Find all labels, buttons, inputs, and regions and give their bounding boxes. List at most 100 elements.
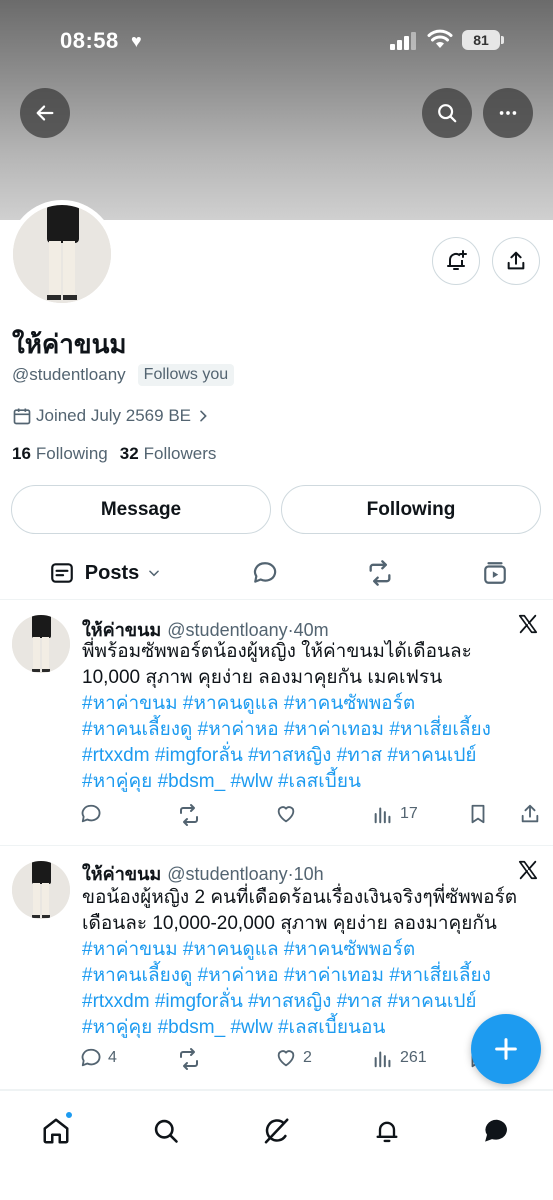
like-button[interactable]: 2: [275, 1047, 312, 1069]
like-button[interactable]: [275, 803, 303, 825]
add-notification-icon: [447, 250, 467, 270]
search-icon: [438, 104, 457, 123]
tab-media[interactable]: [470, 546, 520, 600]
share-tweet-button[interactable]: [519, 803, 541, 825]
followers-count: 32: [119, 444, 139, 463]
joined-label: Joined July 2569 BE: [36, 406, 191, 425]
tweet-avatar[interactable]: [12, 861, 70, 919]
chevron-right-icon: [200, 410, 207, 422]
x-logo-icon: [518, 614, 538, 634]
bookmark-button[interactable]: [467, 803, 489, 825]
following-label: Following: [35, 444, 108, 463]
like-icon: [277, 1050, 295, 1067]
views-button[interactable]: 17: [372, 803, 418, 825]
follows-you-badge: Follows you: [137, 364, 235, 386]
views-icon: [374, 807, 391, 824]
reply-icon: [81, 1048, 101, 1067]
calendar-icon: [13, 408, 31, 425]
tweet-header: ให้ค่าขนม @studentloany ·10h: [82, 859, 324, 888]
replies-icon: [253, 562, 277, 583]
nav-notifications[interactable]: [367, 1111, 407, 1151]
profile-name: ให้ค่าขนม: [12, 329, 127, 359]
tweet-author-name[interactable]: ให้ค่าขนม: [82, 859, 161, 888]
more-button[interactable]: [483, 88, 533, 138]
compose-button[interactable]: [471, 1014, 541, 1084]
signal-icon: [390, 32, 418, 50]
tweet-hashtags[interactable]: #หาค่าขนม #หาคนดูแล #หาคนซัพพอร์ต: [82, 691, 542, 717]
tweet-avatar[interactable]: [12, 615, 70, 673]
back-button[interactable]: [20, 88, 70, 138]
tweet-text-line: ขอน้องผู้หญิง 2 คนที่เดือดร้อนเรื่องเงิน…: [82, 887, 518, 908]
followers-label: Followers: [143, 444, 217, 463]
views-button[interactable]: 261: [372, 1047, 427, 1069]
like-count: 2: [303, 1049, 312, 1066]
tweet-time: ·10h: [287, 864, 324, 884]
back-arrow-icon: [36, 105, 54, 121]
tweet-actions: 17: [80, 803, 545, 833]
battery-indicator: 81: [462, 30, 504, 50]
joined-date[interactable]: Joined July 2569 BE: [12, 406, 215, 426]
tweet-hashtags[interactable]: #หาคนเลี้ยงดู #หาค่าหอ #หาค่าเทอม #หาเสี…: [82, 717, 542, 743]
reply-icon: [81, 804, 101, 823]
tweet[interactable]: ให้ค่าขนม @studentloany ·10h ขอน้องผู้หญ…: [0, 847, 553, 1090]
followers-count-link[interactable]: 32 Followers: [120, 444, 217, 464]
reply-button[interactable]: 4: [80, 1047, 117, 1069]
chevron-down-icon: [149, 570, 160, 577]
media-icon: [484, 562, 506, 584]
views-count: 17: [400, 805, 418, 822]
following-count-link[interactable]: 16 Following: [12, 444, 108, 464]
home-icon: [43, 1118, 69, 1144]
notifications-button[interactable]: [432, 237, 480, 285]
views-count: 261: [400, 1049, 427, 1066]
search-icon: [154, 1119, 178, 1143]
tab-posts-label: Posts: [84, 561, 140, 584]
avatar: [13, 205, 111, 303]
nav-grok[interactable]: [256, 1111, 296, 1151]
search-button[interactable]: [422, 88, 472, 138]
following-count: 16: [12, 444, 31, 463]
bell-icon: [376, 1121, 398, 1143]
wifi-icon: [427, 29, 453, 48]
tweet-text-line: เดือนละ 10,000-20,000 สุภาพ คุยง่าย ลองม…: [82, 913, 497, 934]
messages-icon: [485, 1119, 507, 1142]
profile-avatar[interactable]: [8, 200, 116, 308]
x-logo-icon: [518, 860, 538, 880]
home-notification-dot: [65, 1111, 73, 1119]
share-button[interactable]: [492, 237, 540, 285]
tweet-author-handle[interactable]: @studentloany: [167, 864, 287, 885]
tweet-text-line: 10,000 สุภาพ คุยง่าย ลองมาคุยกัน เมคเฟรน: [82, 667, 443, 688]
profile-handle: @studentloany: [12, 365, 126, 384]
tweet-text-line: พี่พร้อมซัพพอร์ตน้องผู้หญิง ให้ค่าขนมได้…: [82, 641, 472, 662]
tweet-time: ·40m: [287, 620, 329, 640]
tweet-hashtags[interactable]: #หาคู่คุย #bdsm_ #wlw #เลสเบี้ยน: [82, 769, 542, 795]
follow-counts: 16 Following 32 Followers: [12, 444, 228, 464]
status-bar: 08:58 ♥ 81: [0, 0, 553, 80]
message-button[interactable]: Message: [11, 485, 271, 534]
views-icon: [374, 1051, 391, 1068]
avatar-image: [13, 205, 111, 303]
tab-posts[interactable]: Posts: [30, 546, 180, 600]
tweet-author-handle[interactable]: @studentloany: [167, 620, 287, 641]
bookmark-icon: [471, 804, 485, 824]
following-button[interactable]: Following: [281, 485, 541, 534]
tweet-hashtags[interactable]: #rtxxdm #imgforลั่น #ทาสหญิง #ทาส #หาคนเ…: [82, 743, 542, 769]
reply-button[interactable]: [80, 803, 108, 825]
nav-search[interactable]: [146, 1111, 186, 1151]
tweet-hashtags[interactable]: #หาค่าขนม #หาคนดูแล #หาคนซัพพอร์ต: [82, 937, 542, 963]
nav-home[interactable]: [36, 1111, 76, 1151]
nav-messages[interactable]: [477, 1111, 517, 1151]
repost-button[interactable]: [177, 1047, 207, 1071]
profile-tabs: Posts: [0, 546, 553, 600]
tweet-avatar-image: [12, 615, 70, 673]
tweet[interactable]: ให้ค่าขนม @studentloany ·40m พี่พร้อมซัพ…: [0, 601, 553, 846]
share-icon: [507, 251, 525, 270]
tweet-hashtags[interactable]: #หาคนเลี้ยงดู #หาค่าหอ #หาค่าเทอม #หาเสี…: [82, 963, 542, 989]
tweet-hashtags[interactable]: #rtxxdm #imgforลั่น #ทาสหญิง #ทาส #หาคนเ…: [82, 989, 542, 1015]
tab-replies[interactable]: [240, 546, 290, 600]
tab-reposts[interactable]: [355, 546, 405, 600]
reply-count: 4: [108, 1049, 117, 1066]
tweet-text: พี่พร้อมซัพพอร์ตน้องผู้หญิง ให้ค่าขนมได้…: [82, 639, 542, 795]
share-icon: [521, 804, 539, 823]
repost-button[interactable]: [177, 803, 207, 827]
reposts-icon: [369, 560, 391, 586]
